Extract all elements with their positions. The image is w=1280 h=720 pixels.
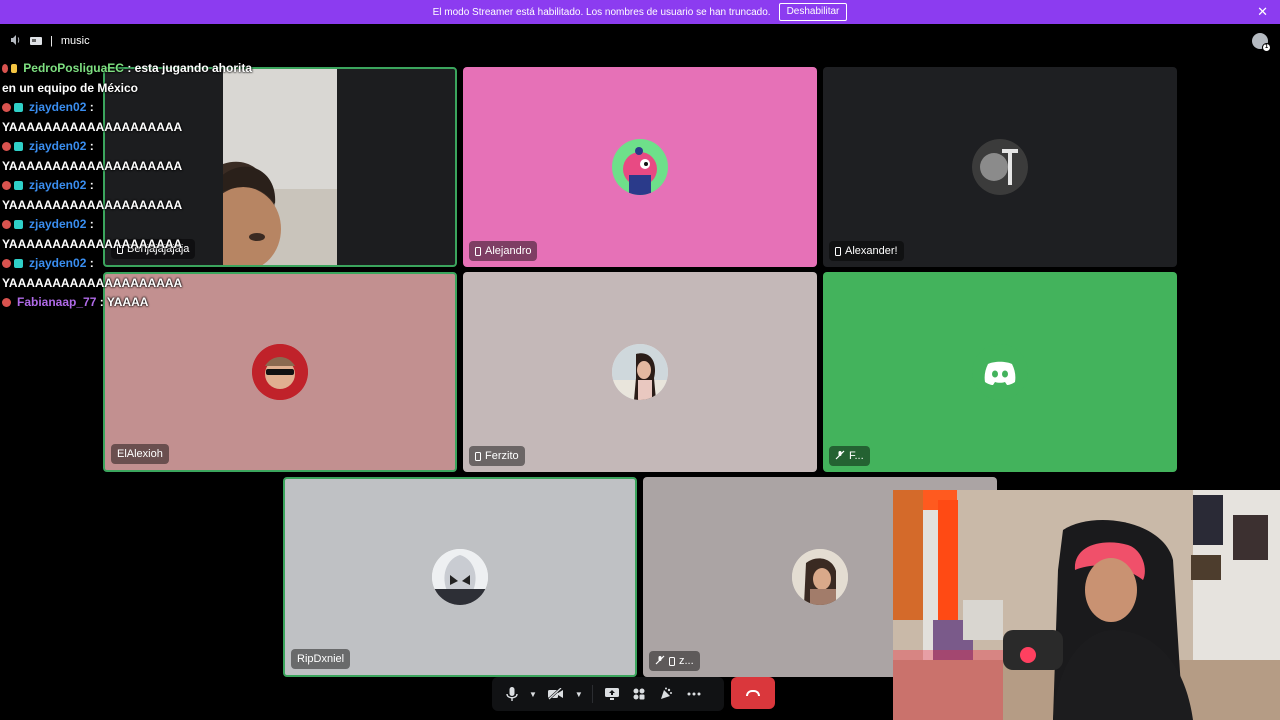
- chat-username: zjayden02: [29, 100, 87, 114]
- badge-icon: [2, 220, 11, 230]
- streamer-mode-banner: El modo Streamer está habilitado. Los no…: [0, 0, 1280, 24]
- avatar: [252, 344, 308, 400]
- participant-name: F...: [849, 450, 864, 462]
- streamer-webcam-overlay: [893, 490, 1280, 720]
- hang-up-icon: [746, 690, 760, 696]
- chat-message: zjayden02 :: [2, 215, 252, 235]
- chat-message: PedroPosliguaEC : esta jugando ahorita: [2, 59, 252, 79]
- chat-message: zjayden02 :: [2, 98, 252, 118]
- chat-message-continuation: YAAAAAAAAAAAAAAAAAAAA: [2, 275, 183, 290]
- participant-name: ElAlexioh: [117, 448, 163, 460]
- mobile-phone-icon: [835, 246, 841, 256]
- avatar: [612, 344, 668, 400]
- avatar: [612, 139, 668, 195]
- chat-username: zjayden02: [29, 256, 87, 270]
- chat-message: zjayden02 :: [2, 176, 252, 196]
- participant-tile-alexander[interactable]: Alexander!: [823, 67, 1177, 267]
- hang-up-button[interactable]: [731, 677, 775, 709]
- discord-call-window: El modo Streamer está habilitado. Los no…: [0, 0, 1280, 720]
- badge-icon: [2, 142, 11, 152]
- chat-message: zjayden02 :: [2, 254, 252, 274]
- chat-username: zjayden02: [29, 178, 87, 192]
- crown-badge-icon: [11, 64, 18, 74]
- chat-username: PedroPosliguaEC: [23, 61, 124, 75]
- camera-off-icon[interactable]: [542, 681, 570, 707]
- mobile-phone-icon: [475, 451, 481, 461]
- participant-name-pill: RipDxniel: [291, 649, 351, 669]
- discord-logo-icon: [972, 344, 1028, 400]
- badge-icon: [2, 298, 11, 308]
- participant-tile-ferzito[interactable]: Ferzito: [463, 272, 817, 472]
- badge-icon: [2, 181, 11, 191]
- call-controls-bar: ▼ ▼: [492, 677, 724, 711]
- camera-options-chevron-icon[interactable]: ▼: [572, 681, 586, 707]
- chat-username: zjayden02: [29, 217, 87, 231]
- channel-name: music: [60, 35, 90, 47]
- chat-message-continuation: YAAAAAAAAAAAAAAAAAAAA: [2, 197, 183, 212]
- participant-name-pill: F...: [829, 446, 870, 466]
- sub-badge-icon: [14, 259, 23, 269]
- mobile-phone-icon: [669, 656, 675, 666]
- sub-badge-icon: [14, 103, 23, 113]
- participant-tile-alejandro[interactable]: Alejandro: [463, 67, 817, 267]
- emoji-radio-icon: [30, 35, 42, 47]
- muted-microphone-icon: [655, 655, 665, 668]
- banner-message: El modo Streamer está habilitado. Los no…: [432, 6, 771, 18]
- microphone-icon[interactable]: [500, 681, 524, 707]
- close-banner-icon[interactable]: ✕: [1257, 5, 1268, 19]
- voice-channel-header: | music: [10, 33, 90, 49]
- sub-badge-icon: [14, 142, 23, 152]
- muted-microphone-icon: [835, 450, 845, 463]
- speaker-icon: [10, 34, 22, 48]
- chat-message-continuation: en un equipo de México: [2, 80, 139, 95]
- disable-streamer-mode-button[interactable]: Deshabilitar: [778, 3, 848, 21]
- sub-badge-icon: [14, 181, 23, 191]
- badge-icon: [2, 103, 11, 113]
- chat-message: Fabianaap_77 : YAAAA: [2, 293, 252, 313]
- participant-tile-f[interactable]: F...: [823, 272, 1177, 472]
- chat-text: :: [89, 100, 94, 114]
- more-options-icon[interactable]: [681, 681, 707, 707]
- chat-text: :: [89, 178, 94, 192]
- participant-name-pill: Ferzito: [469, 446, 525, 466]
- chat-message: zjayden02 :: [2, 137, 252, 157]
- participant-name: z...: [679, 655, 694, 667]
- participant-name-pill: ElAlexioh: [111, 444, 169, 464]
- badge-icon: [2, 259, 11, 269]
- participant-name-pill: Alejandro: [469, 241, 538, 261]
- chat-message-continuation: YAAAAAAAAAAAAAAAAAAAA: [2, 158, 183, 173]
- channel-separator: |: [50, 35, 53, 47]
- participant-name: Ferzito: [485, 450, 519, 462]
- chat-username: zjayden02: [29, 139, 87, 153]
- participant-name-pill: z...: [649, 651, 700, 671]
- divider: [591, 685, 593, 703]
- participants-count-badge: 1: [1262, 43, 1271, 52]
- chat-message-continuation: YAAAAAAAAAAAAAAAAAAAA: [2, 236, 183, 251]
- chat-text: : YAAAA: [99, 295, 149, 309]
- mobile-phone-icon: [475, 246, 481, 256]
- chat-message-continuation: YAAAAAAAAAAAAAAAAAAAA: [2, 119, 183, 134]
- activities-icon[interactable]: [627, 681, 651, 707]
- chat-text: :: [89, 139, 94, 153]
- avatar: [432, 549, 488, 605]
- soundboard-icon[interactable]: [653, 681, 679, 707]
- chat-text: :: [89, 256, 94, 270]
- sub-badge-icon: [14, 220, 23, 230]
- participant-tile-ripdxniel[interactable]: RipDxniel: [283, 477, 637, 677]
- chat-username: Fabianaap_77: [17, 295, 97, 309]
- avatar: [972, 139, 1028, 195]
- participant-name: RipDxniel: [297, 653, 345, 665]
- stream-chat-overlay: PedroPosliguaEC : esta jugando ahorita e…: [2, 59, 252, 313]
- participant-name-pill: Alexander!: [829, 241, 904, 261]
- participant-name: Alexander!: [845, 245, 898, 257]
- chat-text: :: [89, 217, 94, 231]
- mic-options-chevron-icon[interactable]: ▼: [526, 681, 540, 707]
- screen-share-icon[interactable]: [599, 681, 625, 707]
- chat-text: : esta jugando ahorita: [127, 61, 252, 75]
- webcam-feed: [893, 490, 1280, 720]
- call-participants-icon[interactable]: 1: [1252, 33, 1271, 52]
- participant-name: Alejandro: [485, 245, 532, 257]
- badge-icon: [2, 64, 9, 74]
- avatar: [792, 549, 848, 605]
